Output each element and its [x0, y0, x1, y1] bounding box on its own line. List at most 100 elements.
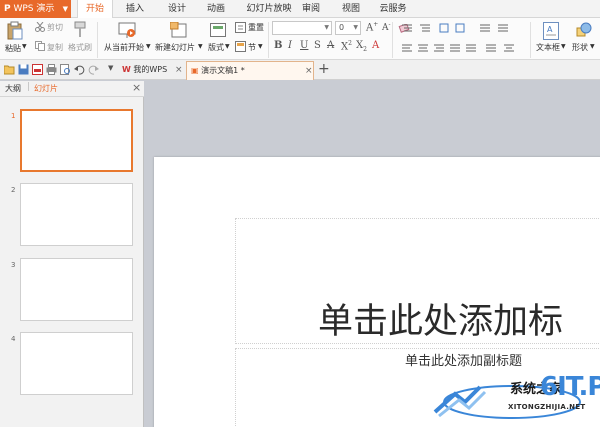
- slide-number: 2: [11, 186, 16, 194]
- font-color-icon[interactable]: A: [372, 40, 379, 51]
- new-slide-icon[interactable]: [170, 22, 188, 39]
- textbox-label[interactable]: 文本框: [536, 42, 560, 53]
- shadow-icon[interactable]: S: [314, 40, 321, 51]
- textbox-icon[interactable]: A: [543, 22, 559, 40]
- cut-icon[interactable]: [35, 22, 45, 32]
- font-size-select[interactable]: 0 ▼: [335, 21, 361, 35]
- tab-design[interactable]: 设计: [160, 0, 194, 18]
- bold-icon[interactable]: B: [274, 40, 282, 51]
- divider: [530, 22, 531, 58]
- slide-number: 3: [11, 261, 16, 269]
- font-family-select[interactable]: ▼: [272, 21, 332, 35]
- app-name: WPS 演示: [13, 4, 55, 14]
- divider: [97, 22, 98, 58]
- section-label[interactable]: 节: [248, 42, 256, 53]
- app-menu-button[interactable]: P WPS 演示 ▼: [0, 0, 71, 18]
- close-icon[interactable]: ×: [132, 81, 141, 94]
- paste-label[interactable]: 粘贴: [5, 43, 21, 54]
- presentation-file-icon: ▣: [191, 66, 199, 75]
- tab-insert[interactable]: 插入: [118, 0, 152, 18]
- format-painter-icon[interactable]: [73, 21, 87, 39]
- slideshow-start-icon[interactable]: [118, 22, 136, 39]
- doc-tab-label: 我的WPS: [133, 65, 168, 74]
- divider: |: [27, 82, 31, 92]
- slide-thumbnail[interactable]: [20, 258, 133, 321]
- ribbon: 粘贴 ▼ 剪切 复制 格式刷 从当前开始 ▼ 新建幻灯片 ▼ 版式 ▼ 重置 节…: [0, 18, 600, 60]
- undo-icon[interactable]: [74, 64, 85, 75]
- chevron-down-icon[interactable]: ▼: [561, 43, 566, 50]
- tab-slides[interactable]: 幻灯片: [34, 83, 58, 95]
- font-size-value: 0: [339, 23, 345, 32]
- tab-animation[interactable]: 动画: [199, 0, 233, 18]
- doc-tab-label: 演示文稿1 *: [201, 66, 245, 75]
- subscript-icon[interactable]: X2: [356, 40, 367, 53]
- tab-review[interactable]: 审阅: [294, 0, 328, 18]
- tab-outline[interactable]: 大纲: [5, 83, 21, 95]
- grow-font-icon[interactable]: A+: [366, 21, 378, 33]
- redo-icon[interactable]: [88, 64, 99, 75]
- reset-icon[interactable]: [235, 22, 246, 33]
- panel-header: 大纲 | 幻灯片 ×: [0, 81, 144, 97]
- watermark-text: 6IT.PT: [540, 372, 600, 402]
- print-preview-icon[interactable]: [60, 64, 71, 75]
- svg-text:A: A: [547, 25, 553, 34]
- from-current-label[interactable]: 从当前开始: [104, 42, 144, 53]
- format-painter-label[interactable]: 格式刷: [68, 42, 92, 53]
- tab-cloud[interactable]: 云服务: [373, 0, 413, 18]
- export-pdf-icon[interactable]: [32, 64, 43, 75]
- section-icon[interactable]: [235, 41, 246, 52]
- tab-view[interactable]: 视图: [334, 0, 368, 18]
- print-icon[interactable]: [46, 64, 57, 75]
- chevron-down-icon[interactable]: ▼: [590, 43, 595, 50]
- save-icon[interactable]: [18, 64, 29, 75]
- wps-logo-icon: P: [4, 4, 11, 14]
- slide-thumbnail[interactable]: [20, 109, 133, 172]
- copy-label[interactable]: 复制: [47, 42, 63, 53]
- chevron-down-icon[interactable]: ▼: [258, 43, 263, 50]
- new-tab-icon[interactable]: +: [318, 61, 330, 77]
- menu-bar: P WPS 演示 ▼ 开始 插入 设计 动画 幻灯片放映 审阅 视图 云服务: [0, 0, 600, 19]
- doc-tab-presentation[interactable]: ▣ 演示文稿1 * ×: [186, 61, 314, 80]
- close-icon[interactable]: ×: [305, 62, 313, 80]
- chevron-down-icon[interactable]: ▼: [22, 43, 27, 50]
- paragraph-tools: [402, 23, 514, 52]
- divider: [268, 22, 269, 58]
- chevron-down-icon: ▼: [324, 24, 329, 31]
- title-placeholder-text[interactable]: 单击此处添加标: [318, 293, 563, 344]
- layout-icon[interactable]: [210, 23, 226, 37]
- watermark-subtext: XITONGZHIJIA.NET: [508, 403, 586, 411]
- subtitle-placeholder-text[interactable]: 单击此处添加副标题: [405, 350, 522, 369]
- chevron-down-icon[interactable]: ▼: [198, 43, 203, 50]
- chevron-down-icon[interactable]: ▼: [225, 43, 230, 50]
- new-slide-label[interactable]: 新建幻灯片: [155, 42, 195, 53]
- divider: [392, 22, 393, 58]
- wps-logo-icon: W: [122, 65, 131, 74]
- chevron-down-icon: ▼: [62, 5, 68, 13]
- cut-label[interactable]: 剪切: [47, 22, 63, 33]
- superscript-icon[interactable]: X2: [341, 40, 352, 52]
- chevron-down-icon[interactable]: ▼: [146, 43, 151, 50]
- copy-icon[interactable]: [35, 41, 45, 51]
- underline-icon[interactable]: U: [300, 40, 308, 51]
- shape-icon[interactable]: [576, 22, 592, 38]
- shape-label[interactable]: 形状: [572, 42, 588, 53]
- chevron-down-icon: ▼: [353, 24, 358, 31]
- reset-label[interactable]: 重置: [248, 22, 264, 33]
- slide-number: 1: [11, 112, 16, 120]
- slides-panel: 大纲 | 幻灯片 × 1 2 3 4: [0, 81, 144, 427]
- tab-home[interactable]: 开始: [77, 0, 113, 19]
- quick-access-bar: ▼ W 我的WPS × ▣ 演示文稿1 * × +: [0, 60, 600, 80]
- tab-slideshow[interactable]: 幻灯片放映: [238, 0, 300, 18]
- customize-toolbar-icon[interactable]: ▼: [108, 64, 113, 72]
- slide-thumbnail[interactable]: [20, 332, 133, 395]
- shrink-font-icon[interactable]: A-: [382, 21, 391, 33]
- italic-icon[interactable]: I: [288, 40, 292, 51]
- layout-label[interactable]: 版式: [208, 42, 224, 53]
- doc-tab-my-wps[interactable]: W 我的WPS ×: [118, 61, 184, 80]
- slide-thumbnail[interactable]: [20, 183, 133, 246]
- open-folder-icon[interactable]: [4, 64, 15, 75]
- slide-number: 4: [11, 335, 16, 343]
- close-icon[interactable]: ×: [175, 61, 183, 79]
- paste-icon[interactable]: [6, 21, 24, 41]
- strikethrough-icon[interactable]: A: [327, 40, 334, 51]
